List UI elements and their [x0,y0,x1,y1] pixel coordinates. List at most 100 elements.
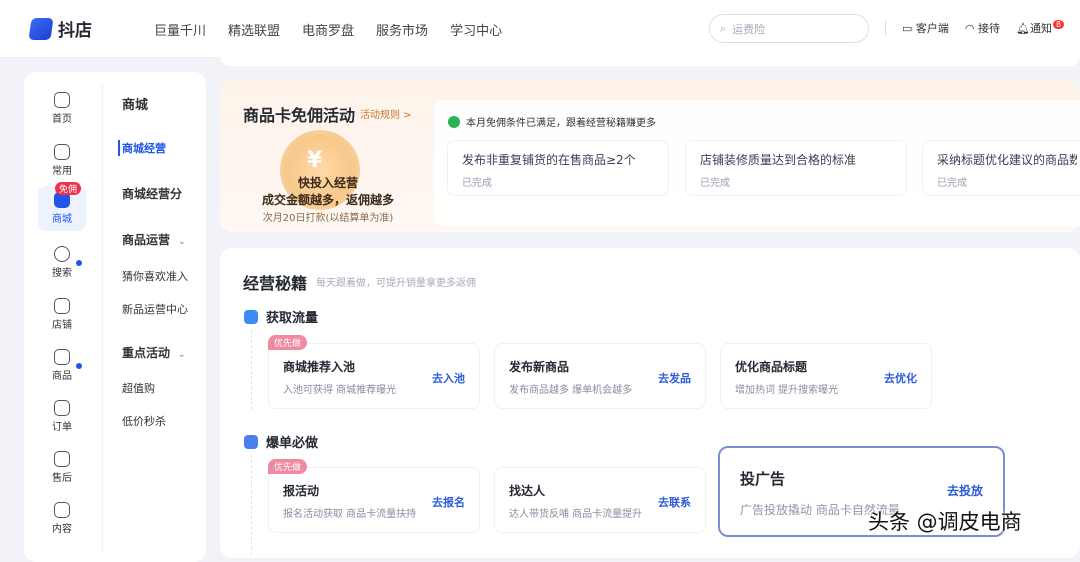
sidebar-item-home[interactable]: 首页 [38,92,86,125]
top-card [220,56,1080,66]
section-title: 爆单必做 [266,436,319,451]
submenu-group-goods-ops[interactable]: 商品运营 ⌄ [122,231,186,248]
logo[interactable]: 抖店 [28,16,92,41]
tip-card: 发布新商品 发布商品越多 爆单机会越多 去发品 [494,343,706,409]
task-state: 已完成 [937,178,967,189]
notify-button[interactable]: 🔔︎通知 8 [1016,20,1065,36]
promo-card: 商品卡免佣活动 活动规则 > ¥ 快投入经营 成交金额越多，返佣越多 次月20日… [220,80,1080,232]
notify-badge: 8 [1052,20,1065,29]
submenu-item[interactable]: 超值购 [122,380,155,396]
folder-icon [54,144,70,160]
status-line: 本月免佣条件已满足，跟着经营秘籍赚更多 [448,114,656,129]
tip-card: 优先做 商城推荐入池 入池可获得 商城推荐曝光 去入池 [268,335,480,409]
bag-icon [54,349,70,365]
submenu-title: 商城 [122,98,149,113]
sidebar-item-mall[interactable]: 商城 免佣 [38,182,86,231]
priority-tag: 优先做 [268,459,308,474]
label: 订单 [52,422,72,433]
divider [885,21,886,35]
reception-label: 接待 [978,22,1001,35]
nav-item[interactable]: 电商罗盘 [302,20,354,39]
client-label: 客户端 [915,22,949,35]
reception-button[interactable]: ◠ 接待 [965,20,1000,36]
status-text: 本月免佣条件已满足，跟着经营秘籍赚更多 [466,118,656,129]
card-action-link[interactable]: 去报名 [432,494,465,510]
task-card: 发布非重复铺货的在售商品≥2个 已完成 [447,140,669,196]
task-card: 店铺装修质量达到合格的标准 已完成 [685,140,907,196]
home-icon [54,92,70,108]
label: 常用 [52,166,72,177]
tips-title: 经营秘籍 [243,274,308,293]
search-input[interactable]: ⌕ 运费险 [709,14,869,43]
headset-icon: ◠ [964,22,975,35]
promo-title: 商品卡免佣活动 [243,106,356,125]
sidebar-item-search[interactable]: 搜索 [38,246,86,279]
label: 重点活动 [122,346,171,360]
monitor-icon: ▭ [902,22,913,35]
promo-line: 成交金额越多，返佣越多 [261,193,394,207]
section-heading: 获取流量 [244,307,318,326]
order-icon [54,400,70,416]
bell-icon: 🔔︎ [1016,22,1030,35]
sidebar-item-orders[interactable]: 订单 [38,400,86,433]
timeline-line [251,455,252,555]
card-action-link[interactable]: 去发品 [658,370,691,386]
label: 首页 [52,114,72,125]
nav-item[interactable]: 服务市场 [376,20,428,39]
submenu-item[interactable]: 低价秒杀 [122,413,166,429]
chevron-down-icon: ⌄ [178,350,186,360]
task-title: 采纳标题优化建议的商品数 [937,153,1077,167]
submenu-item-score[interactable]: 商城经营分 [122,185,182,202]
sidebar-item-goods[interactable]: 商品 [38,349,86,382]
submenu-group-key-activity[interactable]: 重点活动 ⌄ [122,344,186,361]
submenu-item[interactable]: 新品运营中心 [122,301,188,317]
top-bar: 抖店 巨量千川 精选联盟 电商罗盘 服务市场 学习中心 ⌕ 运费险 ▭ 客户端 ◠… [0,0,1080,58]
notify-label: 通知 [1029,22,1052,35]
task-card: 采纳标题优化建议的商品数 已完成 [922,140,1080,196]
promo-note: 次月20日打款(以结算单为准) [262,213,394,224]
store-icon [54,298,70,314]
sidebar-item-store[interactable]: 店铺 [38,298,86,331]
client-button[interactable]: ▭ 客户端 [902,20,949,36]
card-action-link[interactable]: 去优化 [884,370,917,386]
card-action-link[interactable]: 去投放 [947,482,983,499]
logo-icon [28,17,54,40]
label: 店铺 [52,320,72,331]
search-chat-icon [54,246,70,262]
sidebar: 首页 常用 商城 免佣 搜索 店铺 商品 订单 售后 内容 商城 商城经营 商城经… [24,72,206,562]
task-title: 店铺装修质量达到合格的标准 [700,153,857,167]
timeline-line [251,330,252,410]
section-title: 获取流量 [266,311,319,326]
rules-link[interactable]: 活动规则 > [360,106,412,121]
card-action-link[interactable]: 去联系 [658,494,691,510]
priority-tag: 优先做 [268,335,308,350]
label: 商品运营 [122,233,171,247]
card-action-link[interactable]: 去入池 [432,370,465,386]
conditions-panel: 本月免佣条件已满足，跟着经营秘籍赚更多 发布非重复铺货的在售商品≥2个 已完成 店… [434,100,1080,226]
search-icon: ⌕ [720,21,727,35]
tv-icon [54,502,70,518]
nav-item[interactable]: 学习中心 [450,20,502,39]
label: 搜索 [52,268,72,279]
divider [102,84,103,554]
submenu-item[interactable]: 猜你喜欢准入 [122,268,188,284]
free-commission-badge: 免佣 [55,182,82,195]
submenu-item-mall-ops[interactable]: 商城经营 [118,140,166,156]
ticket-icon [244,434,258,449]
nav-item[interactable]: 巨量千川 [154,20,206,39]
label: 商城 [52,214,72,225]
sidebar-item-aftersale[interactable]: 售后 [38,451,86,484]
sidebar-item-content[interactable]: 内容 [38,502,86,535]
logo-text: 抖店 [58,21,92,41]
tips-subtitle: 每天跟着做，可提升销量拿更多返佣 [316,278,476,289]
tip-card: 找达人 达人带货反哺 商品卡流量提升 去联系 [494,467,706,533]
sidebar-item-common[interactable]: 常用 [38,144,86,177]
new-dot [76,363,82,369]
coin-symbol: ¥ [307,148,323,173]
droplet-icon [244,309,258,324]
task-state: 已完成 [462,178,492,189]
promo-line: 快投入经营 [297,176,358,190]
tip-card: 优化商品标题 增加热词 提升搜索曝光 去优化 [720,343,932,409]
nav-item[interactable]: 精选联盟 [228,20,280,39]
label: 售后 [52,473,72,484]
